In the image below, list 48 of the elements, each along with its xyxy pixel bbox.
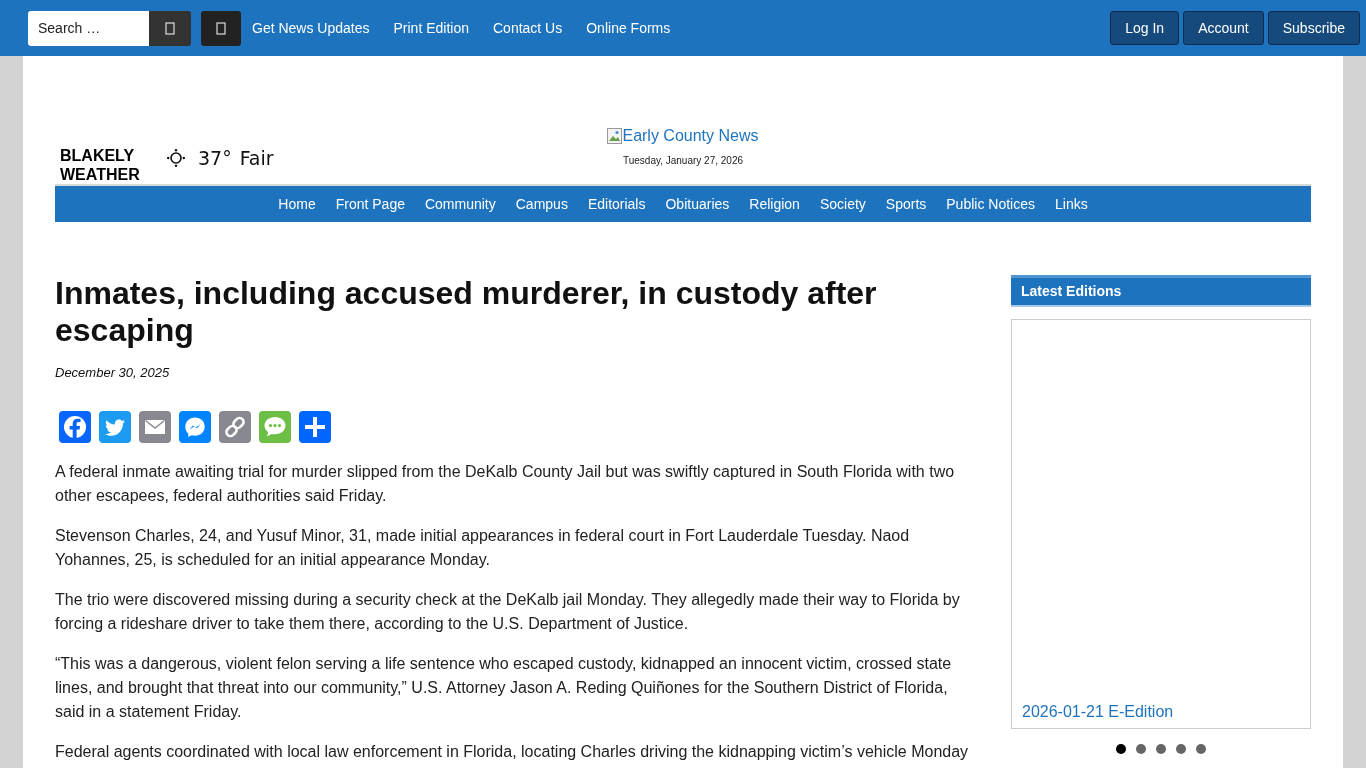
account-button[interactable]: Subscribe — [1267, 11, 1360, 45]
temperature-text: 37° — [198, 145, 232, 171]
broken-image-icon[interactable] — [607, 128, 623, 144]
search-field[interactable]: Search … — [28, 10, 149, 46]
main-nav-link[interactable]: Religion — [739, 193, 810, 215]
main-nav-link[interactable]: Campus — [505, 193, 578, 215]
article-paragraph: The trio were discovered missing during a security check at the DeKalb jail Monday. They allegedly made their way to Florida by forcing a rideshare driver to take them there, according to the U.S. Department of Justice. — [55, 589, 961, 634]
carousel-dot[interactable] — [1136, 744, 1146, 754]
account-button[interactable]: Log In — [1110, 11, 1180, 45]
chat-bubble-icon[interactable] — [179, 410, 211, 443]
facebook-icon[interactable] — [59, 410, 91, 443]
main-nav-link[interactable]: Obituaries — [655, 193, 740, 215]
account-button[interactable]: Account — [1183, 11, 1264, 45]
main-nav-link[interactable]: Sports — [875, 193, 937, 215]
article-paragraph: Stevenson Charles, 24, and Yusuf Minor, 31, made initial appearances in federal court in Fort Lauderdale Tuesday. Naod Yohannes, 25, is scheduled for an initial appearance Monday. — [55, 525, 911, 570]
main-nav-link[interactable]: Public Notices — [936, 193, 1045, 215]
main-nav-link[interactable]: Links — [1045, 193, 1098, 215]
missing-glyph-icon[interactable] — [165, 21, 175, 35]
sun-icon — [167, 148, 185, 167]
link-icon[interactable] — [219, 410, 251, 443]
main-nav-link[interactable]: Home — [268, 193, 326, 215]
carousel-dot[interactable] — [1156, 744, 1166, 754]
envelope-icon[interactable] — [139, 410, 171, 443]
top-nav-link[interactable]: Get News Updates — [252, 17, 370, 39]
article-paragraph: A federal inmate awaiting trial for murder slipped from the DeKalb County Jail but was swiftly captured in South Florida with two other escapees, federal authorities said Friday. — [55, 461, 956, 506]
top-nav-link[interactable]: Contact Us — [493, 17, 563, 39]
edition-link[interactable]: 2026-01-21 E-Edition — [1022, 700, 1300, 724]
sidebar-heading: Latest Editions — [1011, 275, 1311, 307]
main-nav-link[interactable]: Editorials — [577, 193, 656, 215]
carousel-dot[interactable] — [1196, 744, 1206, 754]
carousel-dot[interactable] — [1176, 744, 1186, 754]
carousel-dot[interactable] — [1116, 744, 1126, 754]
main-nav-link[interactable]: Front Page — [325, 193, 415, 215]
article-date: December 30, 2025 — [55, 364, 171, 382]
weather-label: BLAKELY WEATHER — [59, 146, 141, 184]
article-title: Inmates, including accused murderer, in custody after escaping — [55, 275, 878, 349]
plus-icon[interactable] — [299, 410, 331, 443]
missing-glyph-icon[interactable] — [216, 21, 226, 35]
top-nav-link[interactable]: Print Edition — [393, 17, 469, 39]
masthead-date: Tuesday, January 27, 2026 — [621, 154, 745, 168]
logo-alt-link[interactable]: Early County News — [622, 124, 759, 148]
bird-icon[interactable] — [99, 410, 131, 443]
weather-condition-text: Fair — [239, 145, 274, 171]
main-nav-link[interactable]: Society — [809, 193, 876, 215]
article-paragraph: Federal agents coordinated with local law enforcement in Florida, locating Charles driving the kidnapping victim’s vehicle Monday — [55, 741, 970, 762]
article-paragraph: “This was a dangerous, violent felon serving a life sentence who escaped custody, kidnapped an innocent victim, crossed state lines, and brought that threat into our community,” U.S. Attorney Jason A. Reding Quiñones for the Southern District of Florida, said in a statement Friday. — [55, 653, 953, 722]
top-nav-link[interactable]: Online Forms — [586, 17, 671, 39]
main-nav-link[interactable]: Community — [414, 193, 506, 215]
